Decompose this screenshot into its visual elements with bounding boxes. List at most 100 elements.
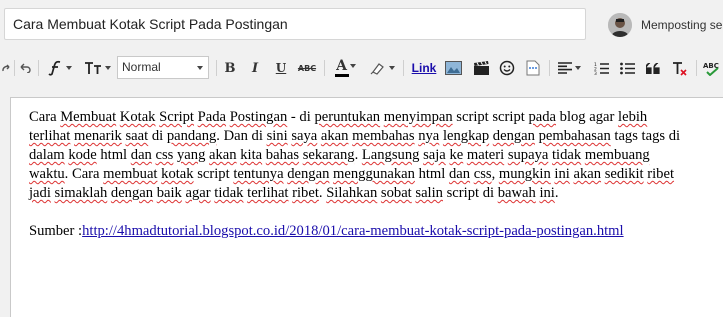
misspelled-word: ribet xyxy=(292,185,319,201)
paragraph-format-select[interactable]: Normal xyxy=(117,56,209,79)
misspelled-word: dengan xyxy=(287,166,330,182)
underline-button[interactable]: U xyxy=(271,52,291,84)
misspelled-word: terlihat xyxy=(247,185,289,201)
text-run: html xyxy=(96,147,131,163)
highlighter-icon xyxy=(370,63,384,75)
italic-label: I xyxy=(251,60,259,76)
text-run: script di xyxy=(442,185,498,201)
underline-label: U xyxy=(275,61,287,75)
post-body-editor[interactable]: Cara Membuat Kotak Script Pada Postingan… xyxy=(10,97,723,317)
insert-jump-break-button[interactable] xyxy=(522,52,544,84)
misspelled-word: menyimpan xyxy=(383,109,453,125)
numbered-list-button[interactable]: 123 xyxy=(590,52,612,84)
misspelled-word: agar xyxy=(185,185,211,201)
spellcheck-icon: ABC xyxy=(703,62,718,76)
misspelled-word: saya xyxy=(291,128,318,144)
misspelled-word: sedikit xyxy=(604,166,644,182)
misspelled-word: dalam xyxy=(29,147,65,163)
misspelled-word: saja xyxy=(423,147,446,163)
text-run: . Cara xyxy=(64,166,104,182)
misspelled-word: bawah xyxy=(497,185,536,201)
insert-video-button[interactable] xyxy=(470,52,492,84)
misspelled-word: ini xyxy=(554,166,570,182)
chevron-down-icon xyxy=(349,64,356,68)
source-link[interactable]: http://4hmadtutorial.blogspot.co.id/2018… xyxy=(82,223,623,239)
toolbar-divider xyxy=(324,60,325,76)
paragraph-format-value: Normal xyxy=(122,60,161,74)
blockquote-button[interactable] xyxy=(642,52,664,84)
bold-button[interactable]: B xyxy=(220,52,240,84)
text-run: tags tags di xyxy=(610,128,681,144)
text-run: . Dan di xyxy=(216,128,267,144)
svg-text:3: 3 xyxy=(594,71,597,75)
numbered-list-icon: 123 xyxy=(594,62,609,75)
redo-icon xyxy=(2,64,10,72)
misspelled-word: mungkin xyxy=(498,166,551,182)
avatar[interactable] xyxy=(608,13,632,37)
misspelled-word: menggunakan xyxy=(333,166,415,182)
misspelled-word: pada xyxy=(528,109,557,125)
misspelled-word: kotak xyxy=(161,166,194,182)
misspelled-word: Pada xyxy=(197,109,227,125)
undo-button[interactable] xyxy=(17,52,33,84)
misspelled-word: simaklah xyxy=(54,185,108,201)
misspelled-word: peruntukan xyxy=(314,109,381,125)
misspelled-word: Membuat xyxy=(60,109,117,125)
misspelled-word: dan xyxy=(448,166,471,182)
font-family-icon xyxy=(47,60,60,76)
italic-button[interactable]: I xyxy=(245,52,265,84)
strikethrough-label: ABC xyxy=(297,63,317,73)
undo-icon xyxy=(20,63,31,73)
misspelled-word: lebih xyxy=(618,109,648,125)
bold-label: B xyxy=(224,60,236,76)
bulleted-list-icon xyxy=(619,62,635,74)
align-left-icon xyxy=(557,62,572,74)
post-body-content[interactable]: Cara Membuat Kotak Script Pada Postingan… xyxy=(29,108,689,241)
text-color-label: A xyxy=(336,57,347,74)
post-as-label: Memposting sebagai xyxy=(641,18,723,32)
font-family-button[interactable] xyxy=(44,52,74,84)
misspelled-word: membuat xyxy=(103,166,158,182)
chevron-down-icon xyxy=(104,66,111,70)
insert-image-button[interactable] xyxy=(442,52,464,84)
chevron-down-icon xyxy=(388,66,395,70)
text-run: di xyxy=(148,128,167,144)
redo-button[interactable] xyxy=(0,52,12,84)
image-icon xyxy=(444,61,462,75)
spellcheck-button[interactable]: ABC xyxy=(700,52,722,84)
bulleted-list-button[interactable] xyxy=(616,52,638,84)
misspelled-word: tentunya xyxy=(233,166,284,182)
source-line: Sumber :http://4hmadtutorial.blogspot.co… xyxy=(29,222,689,241)
toolbar-divider xyxy=(14,60,15,76)
misspelled-word: Postingan xyxy=(229,109,288,125)
text-color-button[interactable]: A xyxy=(330,52,362,84)
video-clapper-icon xyxy=(473,60,489,75)
text-run: - di xyxy=(287,109,315,125)
toolbar-divider xyxy=(549,60,550,76)
chevron-down-icon xyxy=(65,66,72,70)
remove-formatting-button[interactable] xyxy=(668,52,690,84)
insert-emoji-button[interactable] xyxy=(496,52,518,84)
smiley-icon xyxy=(499,60,515,76)
misspelled-word: ini xyxy=(539,185,555,201)
misspelled-word: yang xyxy=(177,147,206,163)
misspelled-word: css xyxy=(155,147,174,163)
strikethrough-button[interactable]: ABC xyxy=(296,52,318,84)
misspelled-word: ribet xyxy=(647,166,675,182)
misspelled-word: dengan xyxy=(110,185,154,201)
highlight-color-button[interactable] xyxy=(367,52,397,84)
misspelled-word: ke xyxy=(449,147,464,163)
post-title-input[interactable] xyxy=(4,8,586,40)
clear-formatting-icon xyxy=(672,61,687,76)
misspelled-word: bahas xyxy=(265,147,300,163)
font-size-button[interactable] xyxy=(82,52,112,84)
alignment-button[interactable] xyxy=(553,52,585,84)
insert-link-button[interactable]: Link xyxy=(409,52,439,84)
misspelled-word: akan xyxy=(320,128,349,144)
misspelled-word: tidak xyxy=(214,185,244,201)
misspelled-word: sobat xyxy=(380,185,412,201)
font-size-icon xyxy=(84,62,101,74)
misspelled-word: saat xyxy=(125,128,149,144)
misspelled-word: supaya xyxy=(507,147,549,163)
misspelled-word: sini xyxy=(266,128,288,144)
